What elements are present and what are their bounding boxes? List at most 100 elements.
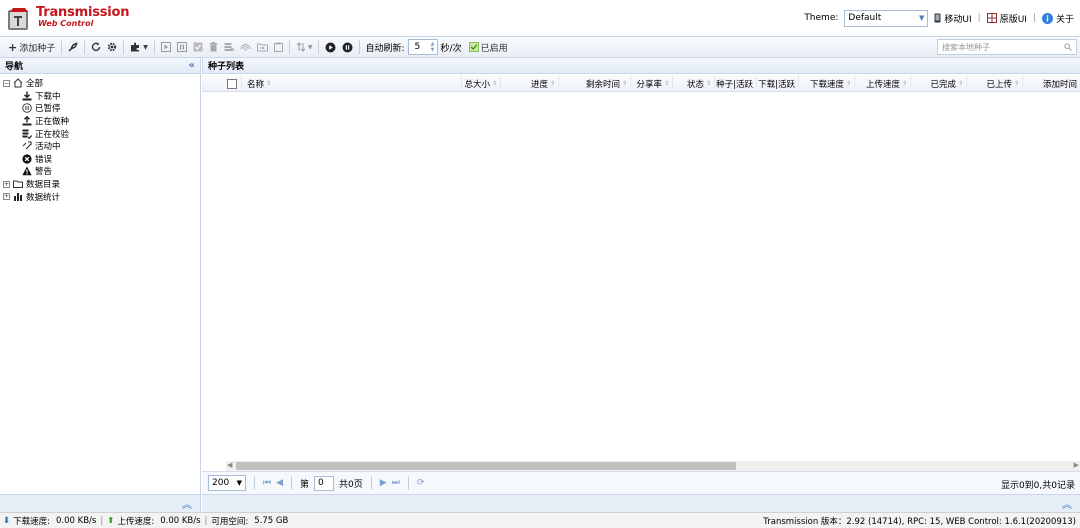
nav-item-warning[interactable]: 警告 [0,165,200,178]
move-button[interactable] [254,38,271,56]
start-button[interactable] [158,38,174,56]
recheck-button[interactable] [190,38,206,56]
column-download-speed[interactable]: 下载速度 ⇕ [799,75,855,92]
reload-button[interactable] [88,38,104,56]
page-number-value: 0 [318,478,324,488]
add-torrent-button[interactable]: + 添加种子 [5,38,58,56]
sort-icon: ⇕ [901,80,907,87]
column-name[interactable]: 名称 ⇕ [242,75,462,92]
select-all-column[interactable] [202,75,242,92]
nav-item-active[interactable]: 活动中 [0,140,200,153]
column-ratio[interactable]: 分享率 ⇕ [631,75,673,92]
nav-item-all[interactable]: − 全部 [0,77,200,90]
refresh-interval-spinner[interactable]: 5 ▲ ▼ [407,39,438,55]
toolbar-divider [153,40,155,54]
plus-icon: + [8,40,18,54]
gear-icon [108,42,117,52]
remove-button[interactable] [206,38,221,56]
column-seeds[interactable]: 种子|活跃 [715,75,757,92]
column-upload-speed[interactable]: 上传速度 ⇕ [855,75,911,92]
app-title: Transmission [36,5,130,20]
start-all-button[interactable] [65,38,81,56]
column-progress[interactable]: 进度 ⇕ [501,75,559,92]
collapse-left-icon[interactable]: « [189,60,195,71]
expand-toggle-icon[interactable]: + [3,193,10,201]
nav-item-downloading[interactable]: 下载中 [0,90,200,103]
column-label: 状态 [686,79,704,90]
column-label: 已上传 [986,79,1012,90]
about-link[interactable]: 关于 [1041,12,1074,25]
sort-icon: ⇕ [663,80,669,87]
next-page-icon[interactable]: ▶ [380,478,387,488]
pause-all-torrents-button[interactable] [339,38,356,56]
nav-item-label: 全部 [26,79,44,90]
collapse-toggle-icon[interactable]: − [3,79,10,87]
column-uploaded[interactable]: 已上传 ⇕ [967,75,1023,92]
divider: | [204,515,208,526]
home-icon [13,78,23,88]
nav-item-statistics[interactable]: + 数据统计 [0,190,200,203]
column-size[interactable]: 总大小 ⇕ [462,75,501,92]
list-title: 种子列表 [208,62,245,72]
first-page-icon[interactable]: ⏮ [263,478,271,488]
select-all-checkbox[interactable] [227,78,237,89]
spinner-arrows-icon[interactable]: ▲ ▼ [431,41,435,53]
nav-item-checking[interactable]: 正在校验 [0,127,200,140]
column-label: 分享率 [636,79,662,90]
column-label: 总大小 [464,79,490,90]
pagination-bar: 200 ▼ ⏮ ◀ 第 0 共0页 ▶ ⏭ ⟳ 显示0到0,共0记录 [202,471,1080,494]
tracker-button[interactable] [237,38,254,56]
pager-divider [407,476,409,490]
search-input[interactable]: 搜索本地种子 [937,39,1077,55]
upload-arrow-icon: ⬆ [107,515,115,526]
add-torrent-label: 添加种子 [19,43,56,54]
grid-column-headers: 名称 ⇕ 总大小 ⇕ 进度 ⇕ 剩余时间 ⇕ 分享率 ⇕ 状态 ⇕ 种子|活跃 下载|活跃 … [202,75,1080,92]
mobile-ui-link[interactable]: 移动UI [934,12,972,25]
search-icon [1064,43,1072,51]
prev-page-icon[interactable]: ◀ [276,478,283,488]
column-status[interactable]: 状态 ⇕ [673,75,715,92]
nav-item-label: 正在校验 [35,129,70,140]
clipboard-icon [273,42,283,52]
sort-icon: ⇕ [845,80,851,87]
theme-select[interactable]: Default ▼ [844,9,929,27]
pause-button[interactable] [174,38,190,56]
play-circle-icon [325,42,336,52]
nav-item-data-dirs[interactable]: + 数据目录 [0,178,200,191]
page-total: 共0页 [339,479,363,490]
plugins-menu-button[interactable]: ▼ [127,38,151,56]
expand-toggle-icon[interactable]: + [3,180,10,188]
settings-button[interactable] [104,38,120,56]
sort-icon [296,42,306,52]
column-label: 下载速度 [809,79,844,90]
auto-refresh-toggle[interactable]: 已启用 [466,38,511,56]
nav-footer: ︽ [0,494,200,512]
column-remaining[interactable]: 剩余时间 ⇕ [559,75,631,92]
scroll-left-icon[interactable]: ◀ [227,461,232,469]
page-number-input[interactable]: 0 [314,475,335,491]
nav-item-seeding[interactable]: 正在做种 [0,115,200,128]
nav-item-error[interactable]: 错误 [0,153,200,166]
toolbar-divider [123,40,125,54]
remove-data-button[interactable] [221,38,237,56]
expand-up-icon[interactable]: ︽ [1062,496,1072,511]
horizontal-scrollbar[interactable]: ◀ ▶ [226,461,1080,471]
sort-menu-button[interactable]: ▼ [293,38,316,56]
original-ui-link[interactable]: 原版UI [986,12,1027,25]
start-all-torrents-button[interactable] [322,38,339,56]
reload-page-icon[interactable]: ⟳ [417,478,425,488]
scrollbar-thumb[interactable] [236,462,736,470]
page-size-select[interactable]: 200 ▼ [208,475,246,491]
expand-up-icon[interactable]: ︽ [182,496,192,511]
column-peers[interactable]: 下载|活跃 [757,75,799,92]
copy-button[interactable] [271,38,286,56]
sort-icon: ⇕ [621,80,627,87]
nav-item-paused[interactable]: 已暂停 [0,102,200,115]
scroll-right-icon[interactable]: ▶ [1074,461,1079,469]
column-label: 名称 [247,79,265,90]
header: Transmission Web Control Theme: Default … [0,0,1080,36]
last-page-icon[interactable]: ⏭ [392,478,400,488]
status-bar: ⬇ 下载速度: 0.00 KB/s | ⬆ 上传速度: 0.00 KB/s | … [0,512,1080,528]
column-completed[interactable]: 已完成 ⇕ [911,75,967,92]
column-added[interactable]: 添加时间 [1023,75,1080,92]
